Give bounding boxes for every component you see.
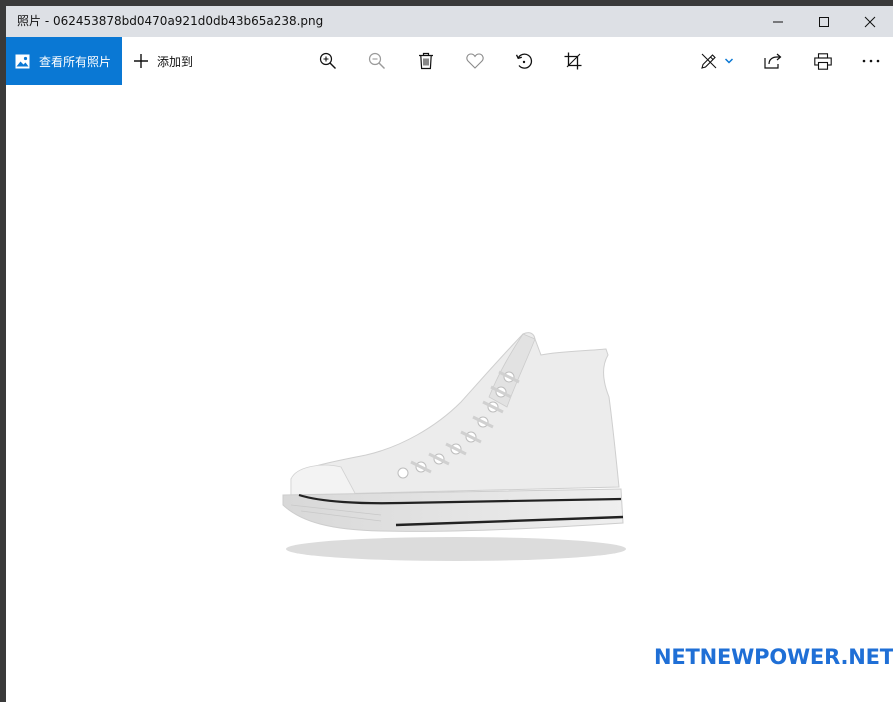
zoom-in-icon xyxy=(319,52,336,69)
toolbar: 查看所有照片 添加到 xyxy=(6,37,893,85)
share-button[interactable] xyxy=(761,49,785,73)
print-icon xyxy=(814,52,832,70)
chevron-down-icon xyxy=(724,58,734,64)
rotate-button[interactable] xyxy=(512,49,536,73)
minimize-button[interactable] xyxy=(755,6,801,37)
watermark-text: NETNEWPOWER.NET xyxy=(654,645,893,669)
maximize-button[interactable] xyxy=(801,6,847,37)
view-all-photos-label: 查看所有照片 xyxy=(39,54,112,69)
title-bar[interactable]: 照片 - 062453878bd0470a921d0db43b65a238.pn… xyxy=(6,6,893,37)
add-to-label: 添加到 xyxy=(157,54,194,69)
share-icon xyxy=(764,53,782,69)
more-icon xyxy=(862,59,880,63)
image-gallery-icon xyxy=(15,54,30,69)
photos-app-window: 照片 - 062453878bd0470a921d0db43b65a238.pn… xyxy=(6,6,893,702)
edit-icon xyxy=(701,53,717,69)
add-to-button[interactable]: 添加到 xyxy=(133,37,193,85)
maximize-icon xyxy=(819,16,829,27)
crop-icon xyxy=(564,52,582,70)
window-title: 照片 - 062453878bd0470a921d0db43b65a238.pn… xyxy=(17,14,324,28)
favorite-button[interactable] xyxy=(463,49,487,73)
edit-create-button[interactable] xyxy=(699,49,735,73)
close-button[interactable] xyxy=(847,6,893,37)
delete-icon xyxy=(419,52,433,70)
photo-viewer-canvas[interactable]: NETNEWPOWER.NET xyxy=(6,85,893,702)
sneaker-image xyxy=(282,332,626,561)
close-icon xyxy=(864,16,876,27)
view-all-photos-button[interactable]: 查看所有照片 xyxy=(6,37,122,85)
more-options-button[interactable] xyxy=(859,49,883,73)
zoom-out-button[interactable] xyxy=(365,49,389,73)
zoom-in-button[interactable] xyxy=(316,49,340,73)
heart-icon xyxy=(466,53,484,69)
delete-button[interactable] xyxy=(414,49,438,73)
crop-button[interactable] xyxy=(561,49,585,73)
print-button[interactable] xyxy=(811,49,835,73)
rotate-icon xyxy=(515,53,533,69)
minimize-icon xyxy=(773,21,783,22)
zoom-out-icon xyxy=(368,52,385,69)
plus-icon xyxy=(134,54,148,68)
